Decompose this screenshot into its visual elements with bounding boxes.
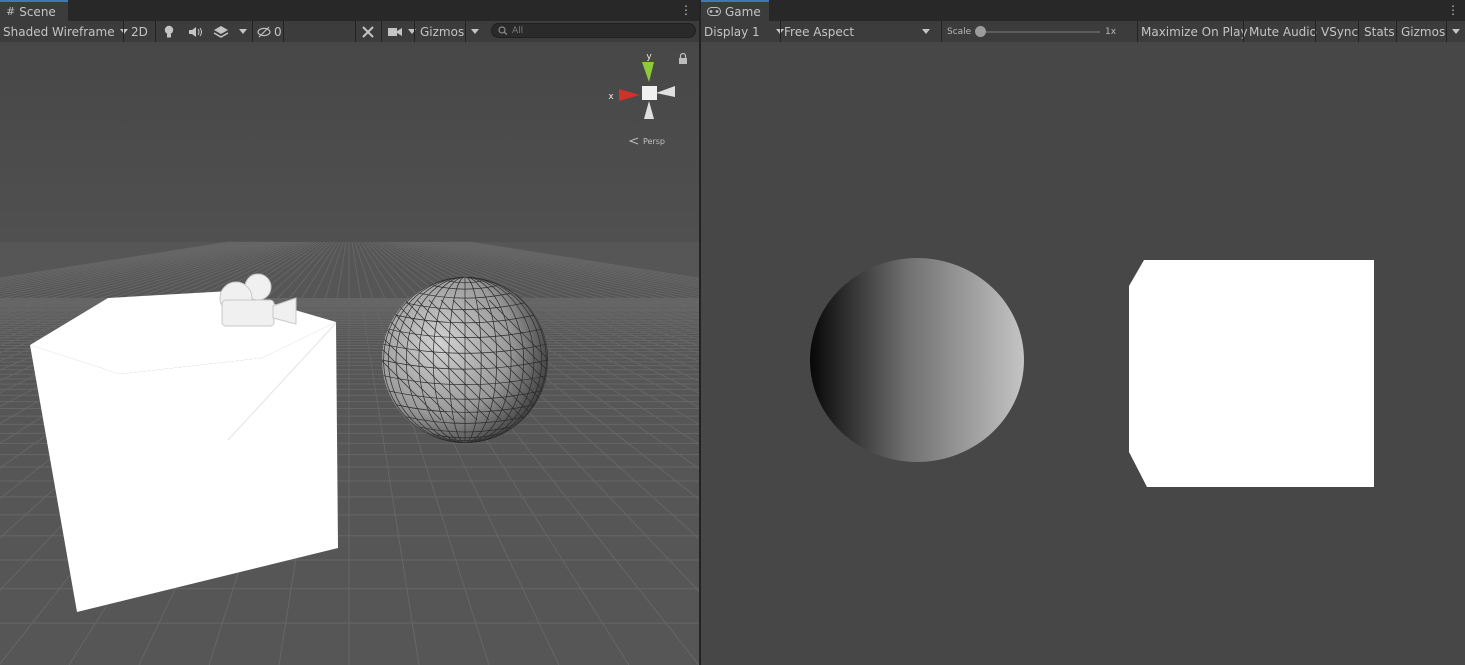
chevron-down-icon xyxy=(922,29,931,34)
draw-mode-label: Shaded Wireframe xyxy=(3,24,115,39)
scale-slider-track[interactable] xyxy=(980,31,1100,33)
scene-search-input[interactable]: All xyxy=(491,23,696,38)
toolbar-divider xyxy=(1315,21,1316,42)
tools-icon xyxy=(362,25,374,38)
effects-toggle-button[interactable] xyxy=(213,21,229,42)
scale-label: Scale xyxy=(947,26,972,37)
tab-scene[interactable]: # Scene xyxy=(0,0,68,21)
display-dropdown[interactable]: Display 1 xyxy=(704,21,784,42)
scene-panel-menu-icon[interactable]: ⋮ xyxy=(680,3,692,17)
scene-gizmos-label: Gizmos xyxy=(420,24,465,39)
scene-gizmos-button[interactable]: Gizmos xyxy=(420,21,464,42)
chevron-down-icon xyxy=(1452,29,1460,34)
toolbar-divider xyxy=(355,21,356,42)
tab-scene-label: Scene xyxy=(19,4,56,19)
toolbar-divider xyxy=(381,21,382,42)
toolbar-divider xyxy=(941,21,942,42)
game-gizmos-toggle[interactable]: Gizmos xyxy=(1401,21,1445,42)
mute-audio-label: Mute Audio xyxy=(1249,24,1317,39)
game-view-panel: Game ⋮ Display 1 Free Aspect Scale 1x Ma… xyxy=(701,0,1465,665)
toolbar-divider xyxy=(1243,21,1244,42)
audio-toggle-button[interactable] xyxy=(188,21,202,42)
game-tab-bar: Game ⋮ xyxy=(701,0,1465,21)
search-icon xyxy=(498,26,508,35)
aspect-dropdown[interactable]: Free Aspect xyxy=(784,21,931,42)
toolbar-divider xyxy=(1358,21,1359,42)
gizmo-x-label: x xyxy=(608,92,614,102)
toolbar-divider xyxy=(252,21,253,42)
draw-mode-dropdown[interactable]: Shaded Wireframe xyxy=(3,21,128,42)
toggle-2d-label: 2D xyxy=(131,24,148,39)
vsync-label: VSync xyxy=(1321,24,1359,39)
toolbar-divider xyxy=(123,21,124,42)
scene-tab-bar: # Scene ⋮ xyxy=(0,0,699,21)
tab-game-label: Game xyxy=(725,4,761,19)
scale-slider-knob[interactable] xyxy=(975,26,986,37)
scene-viewport[interactable]: y x Persp xyxy=(0,42,699,665)
layers-icon xyxy=(213,25,229,38)
gizmo-y-label: y xyxy=(646,52,652,62)
scene-view-panel: # Scene ⋮ Shaded Wireframe 2D 0 Gizmos A… xyxy=(0,0,699,665)
rendered-sphere xyxy=(810,258,1024,462)
tools-button[interactable] xyxy=(361,21,375,42)
toolbar-divider xyxy=(283,21,284,42)
toggle-2d-button[interactable]: 2D xyxy=(131,21,148,42)
game-gizmos-label: Gizmos xyxy=(1401,24,1446,39)
lightbulb-icon xyxy=(164,25,174,37)
camera-settings-button[interactable] xyxy=(387,21,416,42)
maximize-on-play-label: Maximize On Play xyxy=(1141,24,1248,39)
grid-icon: # xyxy=(6,5,16,18)
gamepad-icon xyxy=(707,7,721,16)
hidden-objects-toggle[interactable]: 0 xyxy=(257,21,282,42)
sky-background xyxy=(0,42,699,242)
toolbar-divider xyxy=(1137,21,1138,42)
chevron-down-icon xyxy=(471,29,479,34)
eye-hidden-icon xyxy=(257,26,271,37)
scene-search-placeholder: All xyxy=(512,25,524,36)
chevron-down-icon xyxy=(239,29,247,34)
camera-icon xyxy=(388,27,402,36)
toolbar-divider xyxy=(155,21,156,42)
speaker-icon xyxy=(189,26,202,37)
hidden-objects-count: 0 xyxy=(274,24,282,39)
maximize-on-play-toggle[interactable]: Maximize On Play xyxy=(1141,21,1248,42)
toolbar-divider xyxy=(414,21,415,42)
toolbar-divider xyxy=(780,21,781,42)
scale-value: 1x xyxy=(1105,26,1117,37)
toolbar-divider xyxy=(1396,21,1397,42)
display-label: Display 1 xyxy=(704,24,760,39)
tab-game[interactable]: Game xyxy=(701,0,769,21)
scene-gizmos-dropdown[interactable] xyxy=(466,21,479,42)
lighting-toggle-button[interactable] xyxy=(163,21,175,42)
mute-audio-toggle[interactable]: Mute Audio xyxy=(1249,21,1317,42)
rendered-cube xyxy=(1129,260,1374,487)
game-viewport xyxy=(701,42,1465,665)
gizmo-center-cube[interactable] xyxy=(642,86,657,100)
stats-label: Stats xyxy=(1364,24,1395,39)
vsync-toggle[interactable]: VSync xyxy=(1321,21,1358,42)
projection-label[interactable]: Persp xyxy=(643,137,665,146)
game-panel-menu-icon[interactable]: ⋮ xyxy=(1447,3,1459,17)
aspect-label: Free Aspect xyxy=(784,24,855,39)
stats-toggle[interactable]: Stats xyxy=(1364,21,1395,42)
effects-dropdown[interactable] xyxy=(234,21,247,42)
game-gizmos-dropdown[interactable] xyxy=(1447,21,1460,42)
